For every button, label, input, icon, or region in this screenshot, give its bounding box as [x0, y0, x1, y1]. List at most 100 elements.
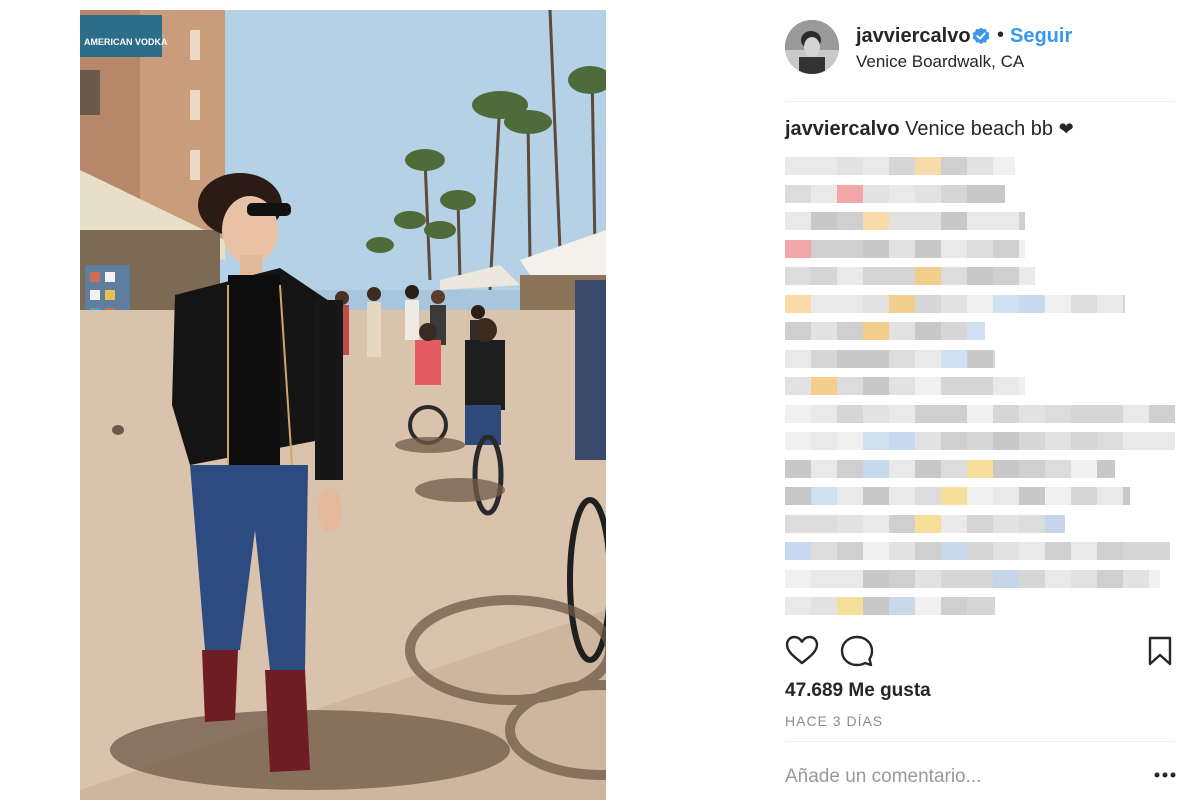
- likes-count[interactable]: 47.689 Me gusta: [785, 680, 931, 702]
- pixel-cell: [967, 294, 993, 313]
- pixel-cell: [967, 212, 993, 230]
- pixel-cell: [811, 322, 837, 340]
- pixel-cell: [941, 459, 967, 478]
- pixel-cell: [915, 459, 941, 478]
- pixelated-comment-row: [785, 349, 995, 368]
- pixel-cell: [837, 184, 863, 203]
- pixel-cell: [785, 157, 811, 175]
- comment-bubble-icon[interactable]: [840, 634, 874, 668]
- pixel-cell: [915, 239, 941, 258]
- pixel-cell: [837, 569, 863, 588]
- pixel-cell: [863, 294, 889, 313]
- pixelated-comment-row: [785, 294, 1125, 313]
- pixelated-comment-row: [785, 597, 995, 615]
- pixel-cell: [915, 157, 941, 175]
- pixel-cell: [785, 377, 811, 395]
- header-divider: [785, 101, 1175, 102]
- pixel-cell: [1097, 294, 1123, 313]
- pixel-cell: [915, 432, 941, 450]
- pixel-cell: [889, 404, 915, 423]
- pixel-cell: [863, 487, 889, 505]
- pixel-cell: [837, 267, 863, 285]
- pixel-cell: [967, 569, 993, 588]
- pixel-cell: [889, 294, 915, 313]
- pixel-cell: [785, 294, 811, 313]
- post-actions: [785, 634, 1175, 668]
- pixel-cell: [1071, 569, 1097, 588]
- bookmark-icon[interactable]: [1143, 634, 1177, 668]
- pixelated-comment-row: [785, 267, 1035, 285]
- pixel-cell: [889, 322, 915, 340]
- pixel-cell: [889, 267, 915, 285]
- pixel-cell: [785, 487, 811, 505]
- verified-badge-icon: [972, 27, 990, 45]
- pixel-cell: [1019, 239, 1025, 258]
- pixel-cell: [915, 597, 941, 615]
- pixel-cell: [967, 157, 993, 175]
- pixel-cell: [811, 239, 837, 258]
- pixel-cell: [785, 184, 811, 203]
- pixel-cell: [811, 404, 837, 423]
- pixelated-comment-row: [785, 212, 1025, 230]
- pixel-cell: [889, 542, 915, 560]
- pixel-cell: [837, 432, 863, 450]
- pixel-cell: [785, 322, 811, 340]
- post-timestamp[interactable]: HACE 3 DÍAS: [785, 713, 883, 729]
- pixel-cell: [1045, 514, 1065, 533]
- pixel-cell: [889, 184, 915, 203]
- pixel-cell: [889, 514, 915, 533]
- avatar[interactable]: [785, 20, 839, 74]
- pixel-cell: [967, 322, 985, 340]
- pixel-cell: [1123, 432, 1149, 450]
- pixel-cell: [1045, 404, 1071, 423]
- heart-icon[interactable]: [785, 634, 819, 668]
- more-options-icon[interactable]: [1154, 770, 1176, 780]
- pixel-cell: [941, 404, 967, 423]
- pixelated-comment-row: [785, 184, 1005, 203]
- pixel-cell: [785, 459, 811, 478]
- pixel-cell: [967, 377, 993, 395]
- pixel-cell: [993, 184, 1005, 203]
- pixel-cell: [863, 184, 889, 203]
- pixel-cell: [1123, 404, 1149, 423]
- pixel-cell: [993, 294, 1019, 313]
- pixel-cell: [1123, 569, 1149, 588]
- pixel-cell: [1019, 294, 1045, 313]
- pixel-cell: [915, 184, 941, 203]
- pixel-cell: [1071, 404, 1097, 423]
- pixel-cell: [863, 542, 889, 560]
- pixel-cell: [785, 432, 811, 450]
- pixelated-comments: [785, 157, 1185, 627]
- username-link[interactable]: javviercalvo: [856, 25, 971, 48]
- caption-username-link[interactable]: javviercalvo: [785, 118, 900, 140]
- pixel-cell: [785, 514, 811, 533]
- pixel-cell: [993, 212, 1019, 230]
- pixel-cell: [837, 349, 863, 368]
- pixel-cell: [993, 569, 1019, 588]
- pixel-cell: [993, 267, 1019, 285]
- pixel-cell: [889, 157, 915, 175]
- comment-input[interactable]: [785, 762, 1125, 792]
- pixel-cell: [915, 542, 941, 560]
- avatar-image: [785, 20, 839, 74]
- pixel-cell: [1019, 514, 1045, 533]
- pixel-cell: [1019, 459, 1045, 478]
- post-details-panel: javviercalvo • Seguir Venice Boardwalk, …: [785, 0, 1176, 807]
- pixel-cell: [785, 267, 811, 285]
- pixel-cell: [1071, 542, 1097, 560]
- pixel-cell: [863, 157, 889, 175]
- pixel-cell: [1149, 432, 1175, 450]
- location-link[interactable]: Venice Boardwalk, CA: [856, 52, 1024, 72]
- pixel-cell: [863, 432, 889, 450]
- pixel-cell: [941, 432, 967, 450]
- pixel-cell: [967, 404, 993, 423]
- pixel-cell: [993, 487, 1019, 505]
- pixel-cell: [889, 569, 915, 588]
- pixel-cell: [1019, 569, 1045, 588]
- post-photo[interactable]: AMERICAN VODKA: [80, 10, 606, 800]
- follow-button[interactable]: Seguir: [1010, 25, 1072, 48]
- pixel-cell: [915, 212, 941, 230]
- pixel-cell: [837, 514, 863, 533]
- pixelated-comment-row: [785, 404, 1175, 423]
- pixelated-comment-row: [785, 322, 985, 340]
